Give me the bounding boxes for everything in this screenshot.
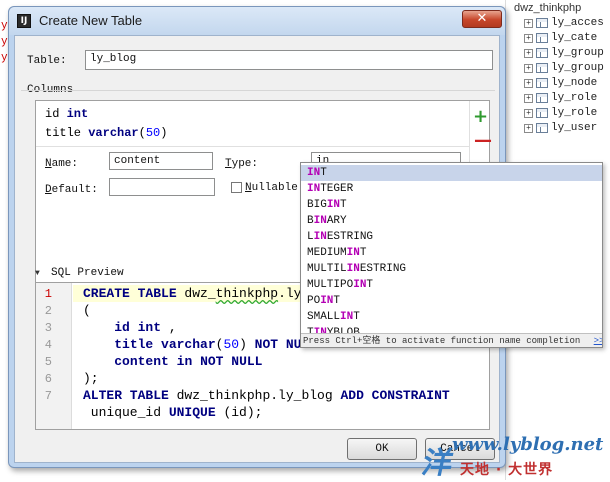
tree-item[interactable]: + ly_group bbox=[524, 46, 604, 60]
expand-icon[interactable]: + bbox=[524, 123, 533, 133]
nullable-label: Nullable bbox=[245, 182, 298, 194]
line-number: 7 bbox=[44, 389, 52, 403]
column-name-label: Name: bbox=[45, 158, 79, 170]
suggestion-item[interactable]: POINT bbox=[301, 293, 602, 309]
suggestion-item[interactable]: MULTIPOINT bbox=[301, 277, 602, 293]
expand-icon[interactable]: + bbox=[524, 33, 533, 43]
suggestion-item[interactable]: MULTILINESTRING bbox=[301, 261, 602, 277]
add-column-button[interactable]: + bbox=[473, 106, 488, 127]
sql-line: content in NOT NULL bbox=[114, 354, 263, 369]
line-number: 6 bbox=[44, 372, 52, 386]
line-number: 1 bbox=[44, 287, 52, 301]
suggestion-item[interactable]: BIGINT bbox=[301, 197, 602, 213]
app-icon: IJ bbox=[17, 14, 31, 28]
default-value-input[interactable] bbox=[109, 178, 215, 196]
column-size-open: ( bbox=[138, 126, 146, 140]
watermark: 洋 www.lyblog.net 天地 · 大世界 bbox=[419, 432, 610, 481]
nullable-checkbox[interactable] bbox=[231, 182, 242, 193]
column-name: id bbox=[45, 107, 60, 121]
line-number: 4 bbox=[44, 338, 52, 352]
suggestion-item[interactable]: BINARY bbox=[301, 213, 602, 229]
table-name-input[interactable]: ly_blog bbox=[85, 50, 493, 70]
ok-button[interactable]: OK bbox=[347, 438, 417, 460]
expand-icon[interactable]: + bbox=[524, 108, 533, 118]
watermark-url: www.lyblog.net bbox=[452, 434, 604, 455]
autocomplete-popup: INT INTEGER BIGINT BINARY LINESTRING MED… bbox=[300, 162, 603, 348]
sql-line: id int , bbox=[114, 320, 177, 335]
tree-item-label: ly_role bbox=[551, 107, 598, 119]
table-icon bbox=[536, 63, 548, 73]
sql-line: ALTER TABLE dwz_thinkphp.ly_blog ADD CON… bbox=[83, 388, 450, 403]
tree-item[interactable]: + ly_group bbox=[524, 61, 604, 75]
tree-item-label: ly_group bbox=[551, 62, 604, 74]
column-type-label: Type: bbox=[225, 158, 259, 170]
sql-line: title varchar(50) NOT NUL bbox=[114, 337, 310, 352]
divider bbox=[36, 146, 469, 147]
expand-icon[interactable]: + bbox=[524, 18, 533, 28]
tree-item[interactable]: + ly_role bbox=[524, 91, 597, 105]
editor-fragment: y bbox=[1, 20, 8, 32]
default-label: Default: bbox=[45, 184, 98, 196]
column-type: int bbox=[66, 107, 89, 121]
column-row[interactable]: id int bbox=[45, 107, 88, 121]
expand-icon[interactable]: + bbox=[524, 48, 533, 58]
tree-item-label: ly_cate bbox=[551, 32, 598, 44]
column-size: 50 bbox=[145, 126, 161, 140]
collapse-arrow-icon[interactable]: ▼ bbox=[35, 269, 40, 278]
line-number: 2 bbox=[44, 304, 52, 318]
line-number: 5 bbox=[44, 355, 52, 369]
suggestion-item[interactable]: LINESTRING bbox=[301, 229, 602, 245]
table-icon bbox=[536, 48, 548, 58]
table-name-label: Table: bbox=[27, 55, 67, 67]
remove-column-button[interactable]: — bbox=[474, 130, 492, 151]
editor-fragment: y bbox=[1, 36, 8, 48]
table-icon bbox=[536, 78, 548, 88]
watermark-subtitle: 天地 · 大世界 bbox=[460, 462, 554, 478]
suggestion-item[interactable]: TINYBLOB bbox=[301, 325, 602, 333]
column-name-input[interactable]: content bbox=[109, 152, 213, 170]
table-icon bbox=[536, 18, 548, 28]
suggestion-item[interactable]: MEDIUMINT bbox=[301, 245, 602, 261]
dialog-title: Create New Table bbox=[39, 13, 143, 28]
tree-item[interactable]: + ly_user bbox=[524, 121, 597, 135]
suggestion-item[interactable]: SMALLINT bbox=[301, 309, 602, 325]
column-name: title bbox=[45, 126, 82, 140]
column-type: varchar bbox=[88, 126, 139, 140]
tree-item[interactable]: + ly_acces bbox=[524, 16, 604, 30]
suggestion-item[interactable]: INTEGER bbox=[301, 181, 602, 197]
tree-item-label: ly_user bbox=[551, 122, 598, 134]
table-icon bbox=[536, 93, 548, 103]
expand-icon[interactable]: + bbox=[524, 78, 533, 88]
completion-more-link[interactable]: >> bbox=[594, 336, 602, 346]
table-icon bbox=[536, 108, 548, 118]
watermark-logo: 洋 bbox=[418, 446, 457, 481]
expand-icon[interactable]: + bbox=[524, 93, 533, 103]
column-row[interactable]: title varchar(50) bbox=[45, 126, 167, 140]
tree-item-label: ly_node bbox=[551, 77, 598, 89]
table-icon bbox=[536, 123, 548, 133]
divider bbox=[21, 90, 495, 91]
completion-hint: Press Ctrl+空格 to activate function name … bbox=[301, 333, 602, 347]
suggestion-item[interactable]: INT bbox=[301, 165, 602, 181]
completion-hint-text: Press Ctrl+空格 to activate function name … bbox=[303, 336, 581, 346]
column-size-close: ) bbox=[160, 126, 168, 140]
expand-icon[interactable]: + bbox=[524, 63, 533, 73]
sql-line: CREATE TABLE dwz_thinkphp.ly_ bbox=[83, 286, 310, 301]
editor-fragment: y bbox=[1, 52, 8, 64]
sql-preview-label[interactable]: SQL Preview bbox=[51, 267, 124, 279]
tree-item-label: ly_group bbox=[551, 47, 604, 59]
tree-item[interactable]: + ly_node bbox=[524, 76, 597, 90]
tree-schema-label[interactable]: dwz_thinkphp bbox=[514, 2, 581, 14]
sql-line: unique_id UNIQUE (id); bbox=[83, 405, 263, 420]
line-number: 3 bbox=[44, 321, 52, 335]
sql-line: ( bbox=[83, 303, 91, 318]
tree-item-label: ly_role bbox=[551, 92, 598, 104]
sql-line: ); bbox=[83, 371, 99, 386]
table-icon bbox=[536, 33, 548, 43]
tree-item[interactable]: + ly_cate bbox=[524, 31, 597, 45]
close-button[interactable]: ✕ bbox=[462, 10, 502, 28]
dialog-titlebar[interactable]: IJ Create New Table ✕ bbox=[9, 7, 505, 35]
tree-item-label: ly_acces bbox=[551, 17, 604, 29]
tree-item[interactable]: + ly_role bbox=[524, 106, 597, 120]
